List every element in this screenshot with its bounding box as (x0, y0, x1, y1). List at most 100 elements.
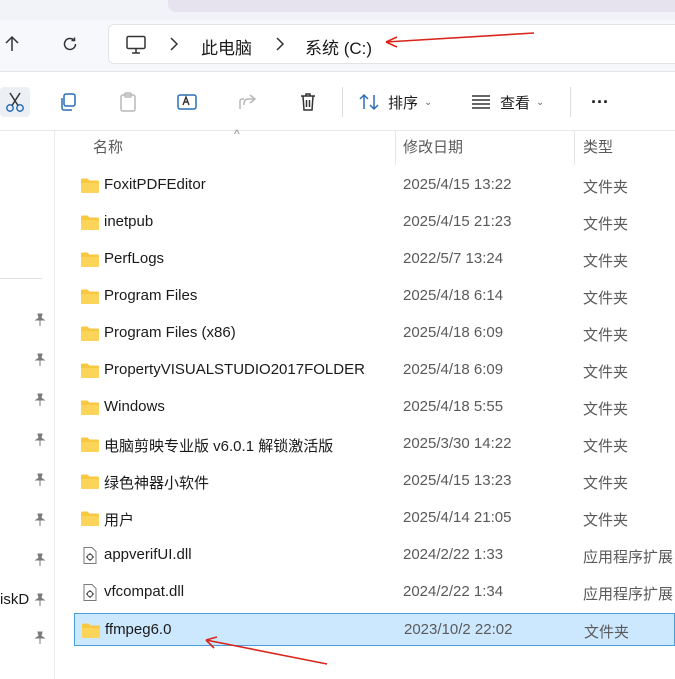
chevron-right-icon (170, 37, 179, 51)
column-header-name[interactable]: 名称 (93, 131, 123, 165)
trash-icon (301, 93, 315, 111)
view-label: 查看 (500, 94, 531, 112)
chevron-right-icon (276, 37, 285, 51)
file-type: 文件夹 (583, 179, 629, 196)
sort-label: 排序 (388, 94, 419, 112)
file-type: 应用程序扩展 (583, 586, 674, 603)
pin-icon[interactable] (33, 631, 47, 645)
folder-icon (80, 473, 100, 490)
file-row[interactable]: 电脑剪映专业版 v6.0.1 解锁激活版 2025/3/30 14:22 文件夹 (74, 428, 675, 461)
column-header-type[interactable]: 类型 (583, 131, 613, 165)
navigation-pane-header (0, 131, 42, 279)
file-name: PerfLogs (104, 250, 165, 267)
dll-file-icon (80, 584, 100, 601)
sidebar-item-disk-label[interactable]: iskD (0, 591, 29, 608)
file-type: 文件夹 (583, 438, 629, 455)
file-type: 文件夹 (583, 216, 629, 233)
up-button[interactable] (0, 28, 28, 60)
file-row[interactable]: Windows 2025/4/18 5:55 文件夹 (74, 391, 675, 424)
file-row[interactable]: vfcompat.dll 2024/2/22 1:34 应用程序扩展 (74, 576, 675, 609)
sort-ascending-icon: ^ (234, 127, 240, 141)
paste-button[interactable] (114, 87, 142, 117)
folder-icon (80, 214, 100, 231)
pin-icon[interactable] (33, 593, 47, 607)
pin-icon[interactable] (33, 433, 47, 447)
computer-icon (126, 35, 146, 54)
file-type: 文件夹 (583, 290, 629, 307)
copy-icon (61, 93, 76, 111)
column-divider[interactable] (395, 131, 396, 165)
pin-icon[interactable] (33, 393, 47, 407)
sort-button[interactable]: 排序 ⌄ (358, 87, 440, 117)
file-type: 文件夹 (583, 401, 629, 418)
share-icon (239, 94, 257, 109)
file-modified-date: 2025/4/18 6:09 (403, 361, 504, 378)
breadcrumb-system-c[interactable]: 系统 (C:) (305, 34, 372, 59)
copy-button[interactable] (54, 87, 82, 117)
delete-button[interactable] (294, 87, 322, 117)
file-type: 文件夹 (584, 624, 630, 641)
chevron-down-icon: ⌄ (424, 96, 433, 108)
file-name: 绿色神器小软件 (104, 475, 210, 492)
file-name: vfcompat.dll (104, 583, 185, 600)
file-row[interactable]: 用户 2025/4/14 21:05 文件夹 (74, 502, 675, 535)
folder-icon (80, 436, 100, 453)
pin-icon[interactable] (33, 313, 47, 327)
column-divider[interactable] (574, 131, 575, 165)
view-button[interactable]: 查看 ⌄ (470, 87, 554, 117)
chevron-down-icon: ⌄ (536, 96, 545, 108)
column-header-modified[interactable]: 修改日期 (403, 131, 463, 165)
share-button[interactable] (234, 87, 262, 117)
file-row[interactable]: PropertyVISUALSTUDIO2017FOLDER 2025/4/18 … (74, 354, 675, 387)
file-type: 文件夹 (583, 475, 629, 492)
file-type: 文件夹 (583, 364, 629, 381)
file-modified-date: 2025/4/15 21:23 (403, 213, 512, 230)
more-options-button[interactable]: ··· (584, 87, 616, 117)
pin-icon[interactable] (33, 353, 47, 367)
cut-button[interactable] (0, 87, 30, 117)
file-row[interactable]: ffmpeg6.0 2023/10/2 22:02 文件夹 (74, 613, 675, 646)
clipboard-icon (120, 92, 136, 112)
file-row[interactable]: appverifUI.dll 2024/2/22 1:33 应用程序扩展 (74, 539, 675, 572)
refresh-icon (63, 37, 77, 51)
tab-strip (168, 0, 675, 12)
file-modified-date: 2024/2/22 1:33 (403, 546, 504, 563)
file-type: 文件夹 (583, 253, 629, 270)
folder-icon (80, 399, 100, 416)
file-name: Windows (104, 398, 165, 415)
refresh-button[interactable] (54, 28, 86, 60)
file-name: 用户 (104, 512, 135, 529)
file-row[interactable]: 绿色神器小软件 2025/4/15 13:23 文件夹 (74, 465, 675, 498)
file-modified-date: 2025/3/30 14:22 (403, 435, 512, 452)
address-bar[interactable]: 此电脑 系统 (C:) (108, 24, 675, 64)
file-type: 应用程序扩展 (583, 549, 674, 566)
folder-icon (80, 362, 100, 379)
file-type: 文件夹 (583, 512, 629, 529)
folder-icon (80, 288, 100, 305)
scissors-icon (6, 92, 24, 112)
pin-icon[interactable] (33, 553, 47, 567)
view-list-icon (472, 95, 490, 109)
file-name: appverifUI.dll (104, 546, 192, 563)
file-row[interactable]: FoxitPDFEditor 2025/4/15 13:22 文件夹 (74, 169, 675, 202)
file-row[interactable]: Program Files (x86) 2025/4/18 6:09 文件夹 (74, 317, 675, 350)
pin-icon[interactable] (33, 473, 47, 487)
file-name: Program Files (104, 287, 198, 304)
file-name: ffmpeg6.0 (105, 621, 172, 638)
rename-button[interactable] (173, 87, 201, 117)
file-row[interactable]: Program Files 2025/4/18 6:14 文件夹 (74, 280, 675, 313)
pin-icon[interactable] (33, 513, 47, 527)
folder-icon (80, 177, 100, 194)
file-name: PropertyVISUALSTUDIO2017FOLDER (104, 361, 365, 378)
file-modified-date: 2023/10/2 22:02 (404, 621, 513, 638)
file-name: FoxitPDFEditor (104, 176, 206, 193)
file-modified-date: 2024/2/22 1:34 (403, 583, 504, 600)
folder-icon (80, 510, 100, 527)
toolbar-divider (570, 87, 571, 117)
file-name: 电脑剪映专业版 v6.0.1 解锁激活版 (104, 438, 334, 455)
file-name: Program Files (x86) (104, 324, 236, 341)
breadcrumb-this-pc[interactable]: 此电脑 (201, 34, 252, 59)
file-modified-date: 2025/4/18 6:14 (403, 287, 504, 304)
file-row[interactable]: inetpub 2025/4/15 21:23 文件夹 (74, 206, 675, 239)
file-row[interactable]: PerfLogs 2022/5/7 13:24 文件夹 (74, 243, 675, 276)
